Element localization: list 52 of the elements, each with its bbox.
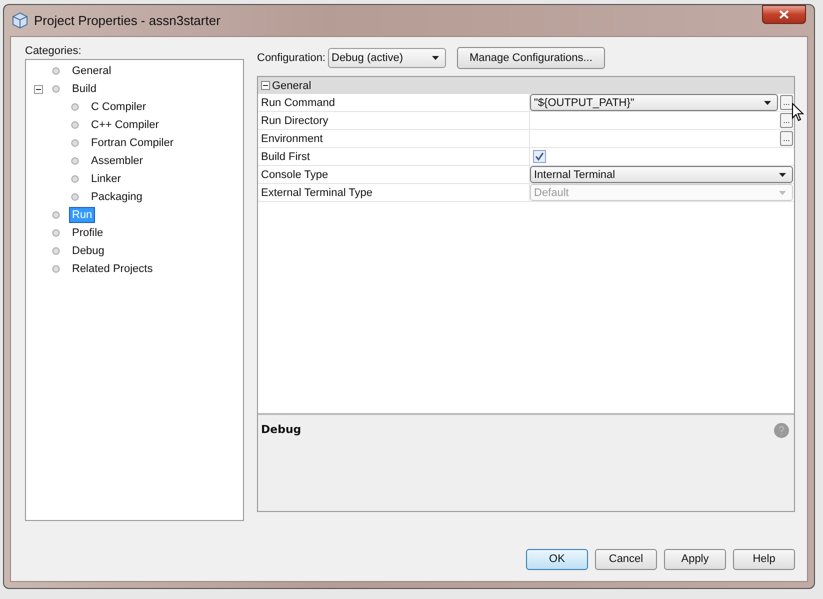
property-name: Run Directory — [258, 112, 530, 129]
category-item[interactable]: Packaging — [89, 190, 144, 204]
configuration-dropdown[interactable]: Debug (active) — [328, 48, 446, 68]
caret-icon — [779, 190, 786, 194]
category-item[interactable]: Linker — [89, 172, 123, 186]
caret-icon — [764, 100, 771, 104]
category-item[interactable]: Profile — [70, 226, 106, 240]
dialog-button[interactable]: Apply — [664, 548, 726, 570]
node-bullet-icon — [52, 247, 60, 255]
node-bullet-icon — [52, 265, 60, 273]
node-bullet-icon — [71, 193, 79, 201]
cube-icon — [12, 12, 28, 29]
close-button[interactable] — [762, 5, 806, 24]
category-item[interactable]: C Compiler — [89, 100, 148, 114]
categories-label: Categories: — [25, 45, 82, 57]
node-bullet-icon — [52, 229, 60, 237]
node-bullet-icon — [71, 103, 79, 111]
caret-icon — [779, 172, 786, 176]
checkbox[interactable] — [533, 150, 546, 163]
category-item[interactable]: General — [70, 64, 114, 78]
category-item[interactable]: Debug — [70, 244, 106, 258]
description-title: Debug — [261, 423, 302, 436]
node-bullet-icon — [52, 67, 60, 75]
window-title: Project Properties - assn3starter — [34, 13, 220, 28]
category-item[interactable]: Build — [70, 82, 98, 96]
caret-icon — [432, 56, 438, 60]
section-header[interactable]: General — [258, 77, 794, 94]
property-name: Environment — [258, 130, 530, 147]
property-name: Build First — [258, 148, 530, 165]
close-icon — [779, 10, 789, 19]
browse-button[interactable]: ... — [780, 95, 793, 110]
configuration-label: Configuration: — [257, 52, 326, 64]
category-item[interactable]: Assembler — [89, 154, 145, 168]
dialog-button[interactable]: Help — [733, 548, 795, 570]
node-bullet-icon — [52, 211, 60, 219]
node-bullet-icon — [71, 139, 79, 147]
node-bullet-icon — [52, 85, 60, 93]
browse-button[interactable]: ... — [780, 131, 793, 146]
node-bullet-icon — [71, 175, 79, 183]
property-dropdown[interactable]: "${OUTPUT_PATH}" — [530, 94, 778, 111]
collapse-icon[interactable] — [261, 81, 270, 90]
collapse-icon[interactable] — [34, 84, 42, 94]
node-bullet-icon — [71, 121, 79, 129]
category-item[interactable]: Related Projects — [70, 262, 155, 276]
category-item[interactable]: Fortran Compiler — [89, 136, 176, 150]
node-bullet-icon — [71, 157, 79, 165]
dialog-button[interactable]: OK — [526, 548, 588, 570]
dialog-button[interactable]: Cancel — [595, 548, 657, 570]
property-dropdown[interactable]: Internal Terminal — [530, 166, 793, 183]
manage-configurations-button[interactable]: Manage Configurations... — [456, 47, 606, 69]
category-item[interactable]: C++ Compiler — [89, 118, 161, 132]
browse-button[interactable]: ... — [780, 113, 793, 128]
